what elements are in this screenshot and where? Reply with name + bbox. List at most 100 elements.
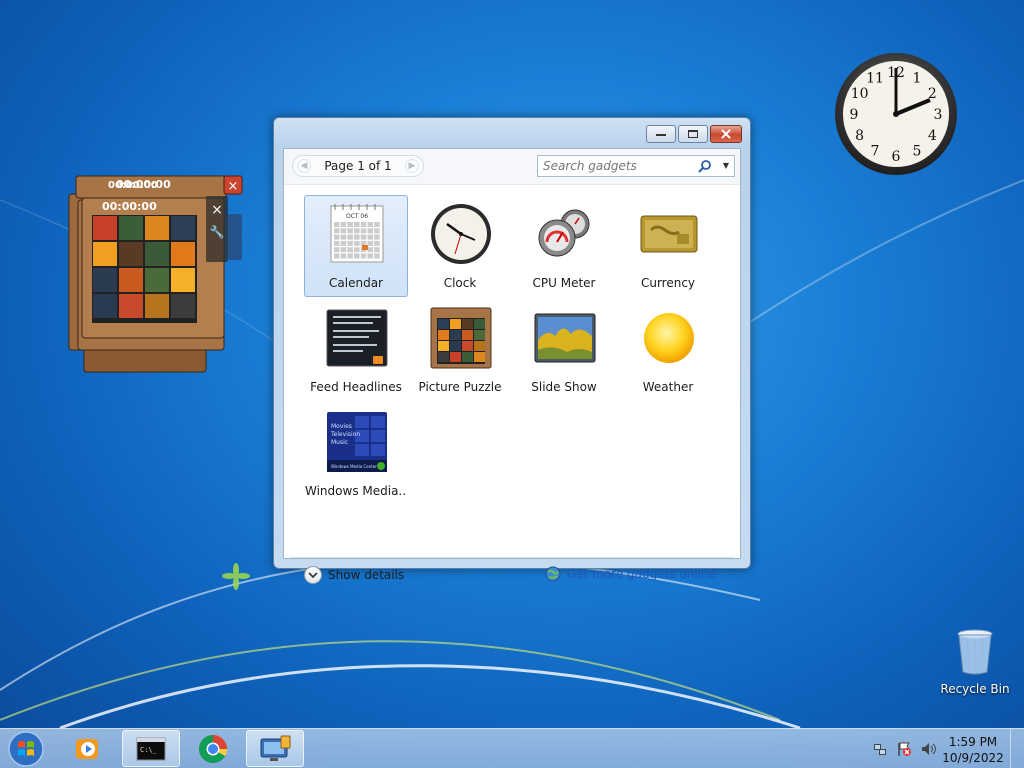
close-icon [721,129,731,139]
prev-page-icon[interactable]: ◀ [297,159,311,173]
get-more-gadgets-link[interactable]: Get more gadgets online [545,566,716,582]
mini-puzzle-tile [462,352,473,362]
gadget-name: Feed Headlines [310,380,402,394]
puzzle-stack-graphic: × × 🔧 00:00:00 [68,175,243,373]
calendar-day-cell [360,222,367,227]
network-icon[interactable] [872,741,888,757]
svg-text:Television: Television [330,431,360,438]
gadget-tile-slide-show[interactable]: Slide Show [512,299,616,401]
calendar-day-cell [340,240,347,246]
clock-number: 3 [934,107,943,123]
maximize-button[interactable] [678,125,708,143]
svg-text:Movies: Movies [331,423,352,430]
calendar-day-cell [354,234,360,240]
next-page-icon[interactable]: ▶ [405,159,419,173]
calendar-day-cell [340,234,347,240]
calendar-day-cell [340,253,347,259]
gadget-name: Currency [640,276,696,290]
calendar-day-cell [334,240,340,246]
chevron-down-icon [304,566,322,584]
globe-icon [545,566,561,582]
calendar-day-cell [334,234,340,240]
calendar-day-cell [367,247,373,253]
system-tray [872,741,936,757]
calendar-icon: OCT 06 [330,204,384,263]
search-input[interactable] [543,159,693,173]
puzzle-tile [119,268,143,292]
puzzle-tile [119,216,143,240]
gadget-name: Weather [642,380,694,394]
search-icon[interactable] [698,159,712,173]
calendar-day-cell [347,222,353,227]
picture-puzzle-gadget[interactable]: × × 🔧 00:00:00 00:00:00 00:00:00 [68,174,248,374]
picture-puzzle-icon [430,307,492,369]
calendar-day-cell [340,228,347,234]
taskbar-clock[interactable]: 1:59 PM 10/9/2022 [940,734,1006,766]
minimize-button[interactable] [646,125,676,143]
calendar-day-cell [334,222,340,227]
show-details-label: Show details [328,568,405,582]
gallery-content: ◀ Page 1 of 1 ▶ ▼ [283,148,741,584]
action-center-flag-icon[interactable] [896,741,912,757]
mini-puzzle-tile [474,330,485,340]
desktop-clock-gadget[interactable]: 121234567891011 [834,52,958,176]
taskbar: C:\_ 1:59 PM 10/9/2022 [0,728,1024,768]
close-button[interactable] [710,125,742,143]
svg-text:Music: Music [331,439,348,446]
gadget-tile-windows-media[interactable]: Movies Television Music Windows Media Ce… [304,403,408,505]
taskbar-date: 10/9/2022 [942,751,1004,765]
calendar-day-cell [367,228,373,234]
clock-number: 10 [851,86,869,102]
puzzle-timer-front: 00:00:00 [102,200,157,213]
calendar-day-cell [354,240,360,246]
svg-text:OCT 06: OCT 06 [346,213,368,220]
clock-icon [431,204,491,264]
volume-icon[interactable] [920,741,936,757]
calendar-day-cell [367,222,373,227]
mini-puzzle-tile [450,341,461,351]
gadget-name: Picture Puzzle [418,380,502,394]
gadget-name: Calendar [329,276,383,290]
gadget-name: CPU Meter [532,276,596,290]
show-details-button[interactable]: Show details [304,566,404,584]
puzzle-tile [119,242,143,266]
clock-number: 9 [850,107,859,123]
windows-media-icon: Movies Television Music Windows Media Ce… [327,412,387,472]
gadget-tile-weather[interactable]: Weather [616,299,720,401]
svg-text:🔧: 🔧 [210,224,225,239]
taskbar-chrome[interactable] [184,730,242,767]
minimize-icon [656,134,666,136]
taskbar-gadgets[interactable] [246,730,304,767]
calendar-day-cell [334,228,340,234]
gadget-tile-clock[interactable]: Clock [408,195,512,297]
calendar-day-cell [347,247,353,253]
search-dropdown-icon[interactable]: ▼ [723,161,729,170]
clock-face-icon: 121234567891011 [835,53,957,175]
slide-show-icon [534,313,596,363]
gadget-tile-cpu-meter[interactable]: CPU Meter [512,195,616,297]
calendar-day-cell [374,247,380,253]
taskbar-command-prompt[interactable]: C:\_ [122,730,180,767]
svg-text:Windows Media Center: Windows Media Center [331,464,377,469]
gadget-tile-currency[interactable]: Currency [616,195,720,297]
footer-divider [290,557,734,558]
search-box[interactable]: ▼ [537,155,735,177]
recycle-bin[interactable]: Recycle Bin [940,628,1010,696]
gadget-tile-calendar[interactable]: OCT 06 Calendar [304,195,408,297]
start-button[interactable] [6,730,46,768]
calendar-day-cell [360,253,367,259]
puzzle-tile [171,216,195,240]
recycle-bin-label: Recycle Bin [940,682,1010,696]
gadget-tile-feed-headlines[interactable]: Feed Headlines [304,299,408,401]
show-desktop-button[interactable] [1010,729,1024,768]
taskbar-media-player[interactable] [58,730,116,767]
calendar-day-cell [367,253,373,259]
puzzle-tile [93,242,117,266]
mini-puzzle-tile [474,352,485,362]
gadget-tile-picture-puzzle[interactable]: Picture Puzzle [408,299,512,401]
gadget-gallery-window[interactable]: ◀ Page 1 of 1 ▶ ▼ [273,117,751,584]
puzzle-tile [145,268,169,292]
mini-puzzle-tile [462,341,473,351]
calendar-day-cell [354,228,360,234]
clock-number: 6 [892,149,901,165]
